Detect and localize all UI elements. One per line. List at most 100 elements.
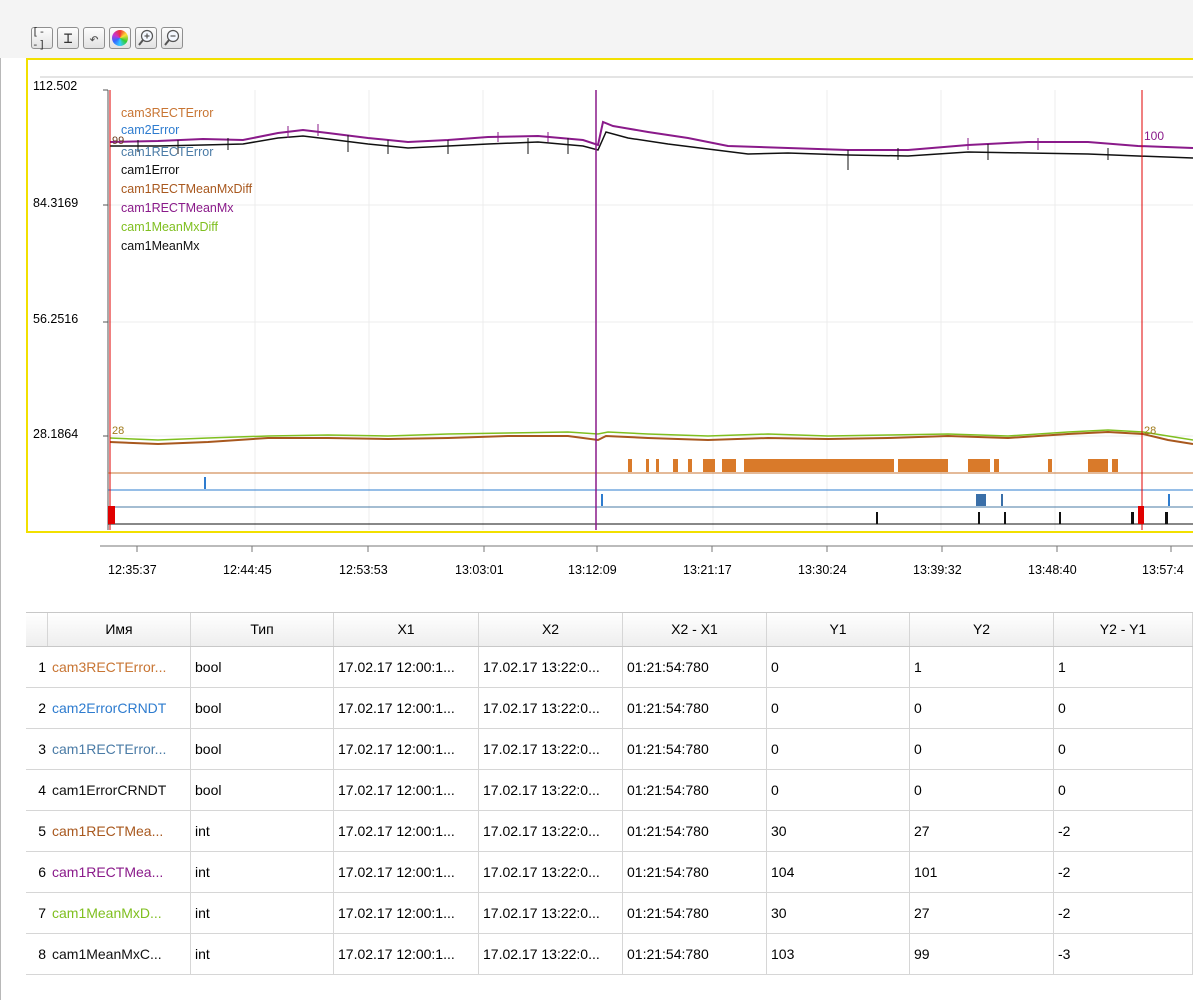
cell-dx[interactable]: 01:21:54:780 [623, 852, 767, 892]
table-row[interactable]: 7 cam1MeanMxD... int 17.02.17 12:00:1... 17.… [26, 893, 1193, 934]
cell-dx[interactable]: 01:21:54:780 [623, 934, 767, 974]
x-tick-label: 12:53:53 [339, 563, 388, 577]
cell-type[interactable]: int [191, 934, 334, 974]
cell-x1[interactable]: 17.02.17 12:00:1... [334, 811, 479, 851]
legend-item[interactable]: cam1MeanMx [121, 239, 200, 253]
zoom-in-button[interactable] [135, 27, 157, 49]
cell-type[interactable]: bool [191, 729, 334, 769]
cell-dx[interactable]: 01:21:54:780 [623, 729, 767, 769]
cell-dy[interactable]: 0 [1054, 770, 1193, 810]
column-header-type[interactable]: Тип [191, 613, 334, 646]
cell-y1[interactable]: 104 [767, 852, 910, 892]
cell-type[interactable]: int [191, 811, 334, 851]
cell-x1[interactable]: 17.02.17 12:00:1... [334, 934, 479, 974]
column-header-x2[interactable]: X2 [479, 613, 623, 646]
cell-name[interactable]: cam1MeanMxC... [48, 934, 191, 974]
cell-y2[interactable]: 101 [910, 852, 1054, 892]
cell-x2[interactable]: 17.02.17 13:22:0... [479, 647, 623, 687]
cursor-right-low-label: 28 [1144, 425, 1156, 437]
cell-x1[interactable]: 17.02.17 12:00:1... [334, 729, 479, 769]
legend-item[interactable]: cam1RECTError [121, 145, 213, 159]
row-number: 4 [38, 782, 46, 798]
cell-name[interactable]: cam1RECTMea... [48, 811, 191, 851]
cell-y2[interactable]: 0 [910, 688, 1054, 728]
cell-x1[interactable]: 17.02.17 12:00:1... [334, 770, 479, 810]
cell-x2[interactable]: 17.02.17 13:22:0... [479, 811, 623, 851]
zoom-out-button[interactable] [161, 27, 183, 49]
cell-dx[interactable]: 01:21:54:780 [623, 688, 767, 728]
undo-button[interactable]: ↶ [83, 27, 105, 49]
cell-type[interactable]: bool [191, 647, 334, 687]
cell-y1[interactable]: 30 [767, 893, 910, 933]
cell-x1[interactable]: 17.02.17 12:00:1... [334, 647, 479, 687]
cell-dx[interactable]: 01:21:54:780 [623, 770, 767, 810]
table-row[interactable]: 1 cam3RECTError... bool 17.02.17 12:00:1...… [26, 647, 1193, 688]
cell-x2[interactable]: 17.02.17 13:22:0... [479, 729, 623, 769]
cell-y1[interactable]: 0 [767, 770, 910, 810]
cell-name[interactable]: cam1ErrorCRNDT [48, 770, 191, 810]
column-header-dy[interactable]: Y2 - Y1 [1054, 613, 1193, 646]
cell-dy[interactable]: -3 [1054, 934, 1193, 974]
cell-y2[interactable]: 27 [910, 811, 1054, 851]
column-header-y1[interactable]: Y1 [767, 613, 910, 646]
cell-dy[interactable]: 0 [1054, 729, 1193, 769]
cell-y2[interactable]: 0 [910, 729, 1054, 769]
cell-y2[interactable]: 0 [910, 770, 1054, 810]
cell-dy[interactable]: -2 [1054, 893, 1193, 933]
color-wheel-button[interactable] [109, 27, 131, 49]
cell-y1[interactable]: 0 [767, 729, 910, 769]
cell-name[interactable]: cam2ErrorCRNDT [48, 688, 191, 728]
table-row[interactable]: 8 cam1MeanMxC... int 17.02.17 12:00:1... 17.… [26, 934, 1193, 975]
cell-y2[interactable]: 27 [910, 893, 1054, 933]
series-cam1RECTMeanMx [109, 120, 1193, 151]
table-row[interactable]: 4 cam1ErrorCRNDT bool 17.02.17 12:00:1... 17… [26, 770, 1193, 811]
table-row[interactable]: 5 cam1RECTMea... int 17.02.17 12:00:1... 17.… [26, 811, 1193, 852]
column-header-dx[interactable]: X2 - X1 [623, 613, 767, 646]
cell-dx[interactable]: 01:21:54:780 [623, 811, 767, 851]
cell-dx[interactable]: 01:21:54:780 [623, 647, 767, 687]
cell-type[interactable]: bool [191, 688, 334, 728]
cell-y1[interactable]: 30 [767, 811, 910, 851]
cell-x2[interactable]: 17.02.17 13:22:0... [479, 770, 623, 810]
column-header-y2[interactable]: Y2 [910, 613, 1054, 646]
cell-y2[interactable]: 1 [910, 647, 1054, 687]
legend-item[interactable]: cam1Error [121, 163, 179, 177]
legend-item[interactable]: cam2Error [121, 123, 179, 137]
cell-type[interactable]: int [191, 893, 334, 933]
column-header-x1[interactable]: X1 [334, 613, 479, 646]
fit-width-button[interactable]: [--] [31, 25, 53, 51]
cell-x2[interactable]: 17.02.17 13:22:0... [479, 893, 623, 933]
cell-x1[interactable]: 17.02.17 12:00:1... [334, 852, 479, 892]
cell-dy[interactable]: 1 [1054, 647, 1193, 687]
table-row[interactable]: 6 cam1RECTMea... int 17.02.17 12:00:1... 17.… [26, 852, 1193, 893]
x-tick-label: 13:21:17 [683, 563, 732, 577]
cell-dy[interactable]: -2 [1054, 811, 1193, 851]
cell-type[interactable]: int [191, 852, 334, 892]
cell-x2[interactable]: 17.02.17 13:22:0... [479, 688, 623, 728]
cell-name[interactable]: cam1MeanMxD... [48, 893, 191, 933]
cell-name[interactable]: cam1RECTMea... [48, 852, 191, 892]
fit-height-button[interactable]: ⌶ [57, 27, 79, 49]
table-row[interactable]: 2 cam2ErrorCRNDT bool 17.02.17 12:00:1... 17… [26, 688, 1193, 729]
legend-item[interactable]: cam1RECTMeanMx [121, 201, 234, 215]
cell-dy[interactable]: -2 [1054, 852, 1193, 892]
cell-x2[interactable]: 17.02.17 13:22:0... [479, 934, 623, 974]
cell-x1[interactable]: 17.02.17 12:00:1... [334, 688, 479, 728]
cell-type[interactable]: bool [191, 770, 334, 810]
cell-dx[interactable]: 01:21:54:780 [623, 893, 767, 933]
chart-plot[interactable]: 99 100 28 28 [28, 60, 1193, 531]
column-header-name[interactable]: Имя [48, 613, 191, 646]
cell-x2[interactable]: 17.02.17 13:22:0... [479, 852, 623, 892]
legend-item[interactable]: cam3RECTError [121, 106, 213, 120]
cell-dy[interactable]: 0 [1054, 688, 1193, 728]
legend-item[interactable]: cam1RECTMeanMxDiff [121, 182, 252, 196]
table-row[interactable]: 3 cam1RECTError... bool 17.02.17 12:00:1...… [26, 729, 1193, 770]
cell-y1[interactable]: 0 [767, 688, 910, 728]
cell-y1[interactable]: 0 [767, 647, 910, 687]
cell-name[interactable]: cam1RECTError... [48, 729, 191, 769]
legend-item[interactable]: cam1MeanMxDiff [121, 220, 218, 234]
cell-x1[interactable]: 17.02.17 12:00:1... [334, 893, 479, 933]
cell-name[interactable]: cam3RECTError... [48, 647, 191, 687]
cell-y1[interactable]: 103 [767, 934, 910, 974]
cell-y2[interactable]: 99 [910, 934, 1054, 974]
